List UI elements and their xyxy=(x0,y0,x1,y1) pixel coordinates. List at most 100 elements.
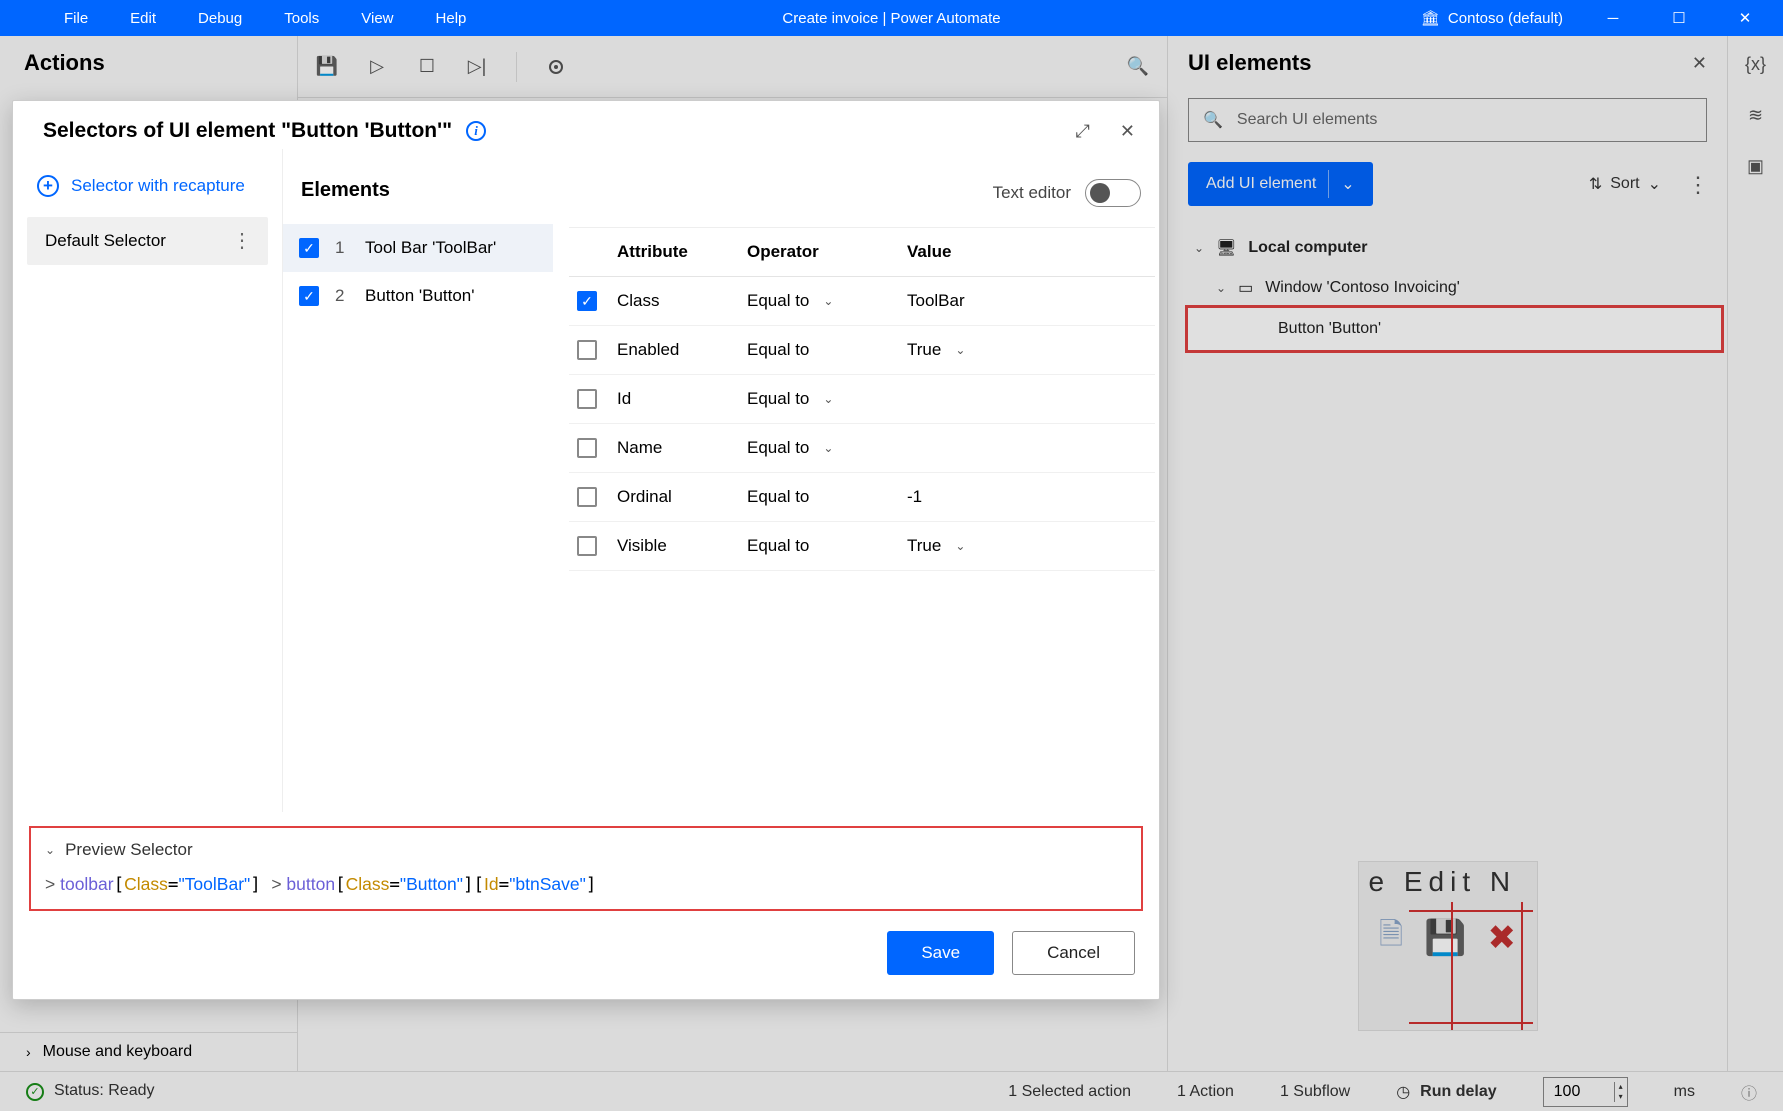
actions-count: 1 Action xyxy=(1177,1083,1234,1101)
chevron-down-icon[interactable]: ⌄ xyxy=(955,539,965,553)
save-button[interactable]: Save xyxy=(887,931,994,975)
subflows-count: 1 Subflow xyxy=(1280,1083,1350,1101)
chevron-down-icon: ⌄ xyxy=(1648,174,1661,194)
operator-value[interactable]: Equal to xyxy=(747,487,809,507)
window-close-button[interactable]: ✕ xyxy=(1715,0,1775,36)
chevron-down-icon[interactable]: ⌄ xyxy=(823,294,833,308)
menu-debug[interactable]: Debug xyxy=(180,4,260,33)
chevron-down-icon[interactable]: ⌄ xyxy=(823,441,833,455)
menu-help[interactable]: Help xyxy=(418,4,485,33)
element-row-2[interactable]: ✓ 2 Button 'Button' xyxy=(283,272,553,320)
attribute-name: Ordinal xyxy=(617,487,747,507)
more-options-button[interactable]: ⋮ xyxy=(232,236,250,246)
menu-tools[interactable]: Tools xyxy=(266,4,337,33)
menu-file[interactable]: File xyxy=(46,4,106,33)
ui-elements-panel: UI elements ✕ 🔍 Search UI elements Add U… xyxy=(1167,36,1727,1071)
attribute-checkbox[interactable] xyxy=(577,340,597,360)
tree-node-computer[interactable]: ⌄ 🖥 Local computer xyxy=(1188,228,1721,268)
attribute-checkbox[interactable] xyxy=(577,536,597,556)
dialog-close-button[interactable]: ✕ xyxy=(1120,121,1135,142)
text-editor-label: Text editor xyxy=(993,183,1071,203)
operator-value[interactable]: Equal to xyxy=(747,291,809,311)
plus-icon: + xyxy=(37,175,59,197)
actions-group-mouse-keyboard[interactable]: › Mouse and keyboard xyxy=(0,1032,297,1071)
operator-value[interactable]: Equal to xyxy=(747,536,809,556)
dialog-title: Selectors of UI element "Button 'Button'… xyxy=(43,119,452,143)
actions-title: Actions xyxy=(0,36,297,90)
add-ui-element-button[interactable]: Add UI element ⌄ xyxy=(1188,162,1373,206)
step-up-icon[interactable]: ▴ xyxy=(1615,1082,1627,1092)
tree-node-window[interactable]: ⌄ ▭ Window 'Contoso Invoicing' xyxy=(1188,268,1721,308)
canvas-search-icon[interactable]: 🔍 xyxy=(1127,56,1149,78)
operator-value[interactable]: Equal to xyxy=(747,438,809,458)
clock-icon: ◷ xyxy=(1396,1082,1410,1102)
attribute-row: EnabledEqual toTrue⌄ xyxy=(569,326,1155,375)
window-maximize-button[interactable]: ☐ xyxy=(1649,0,1709,36)
attributes-column: Text editor Attribute Operator Value ✓Cl… xyxy=(553,149,1159,812)
attribute-name: Visible xyxy=(617,536,747,556)
attribute-checkbox[interactable] xyxy=(577,487,597,507)
element-row-1[interactable]: ✓ 1 Tool Bar 'ToolBar' xyxy=(283,224,553,272)
attribute-checkbox[interactable] xyxy=(577,389,597,409)
app-title: Create invoice | Power Automate xyxy=(782,10,1000,27)
attribute-checkbox[interactable] xyxy=(577,438,597,458)
attribute-name: Name xyxy=(617,438,747,458)
attribute-value[interactable]: -1 xyxy=(907,487,922,507)
tree-node-button[interactable]: Button 'Button' xyxy=(1188,308,1721,350)
selector-row-default[interactable]: Default Selector ⋮ xyxy=(27,217,268,265)
environment-picker[interactable]: 🏛 Contoso (default) xyxy=(1421,9,1563,27)
run-icon[interactable]: ▷ xyxy=(366,56,388,78)
add-ui-element-label: Add UI element xyxy=(1206,175,1316,193)
element-checkbox[interactable]: ✓ xyxy=(299,286,319,306)
operator-value[interactable]: Equal to xyxy=(747,340,809,360)
stop-icon[interactable]: ☐ xyxy=(416,56,438,78)
attribute-value[interactable]: True xyxy=(907,340,941,360)
record-icon[interactable] xyxy=(545,56,567,78)
run-next-icon[interactable]: ▷| xyxy=(466,56,488,78)
chevron-down-icon[interactable]: ⌄ xyxy=(823,392,833,406)
collapse-icon: ⌄ xyxy=(1216,281,1226,295)
ui-element-preview-thumbnail: e Edit N 🗎 💾 ✖ xyxy=(1358,861,1538,1031)
attribute-checkbox[interactable]: ✓ xyxy=(577,291,597,311)
element-checkbox[interactable]: ✓ xyxy=(299,238,319,258)
window-minimize-button[interactable]: ─ xyxy=(1583,0,1643,36)
info-icon[interactable]: ⓘ xyxy=(1741,1080,1757,1104)
selector-builder-dialog: Selectors of UI element "Button 'Button'… xyxy=(12,100,1160,1000)
ui-elements-rail-icon[interactable]: ≋ xyxy=(1748,105,1763,126)
floppy-icon: 💾 xyxy=(1424,918,1466,958)
status-indicator: Status: Ready xyxy=(26,1082,155,1101)
tree-node-label: Local computer xyxy=(1248,239,1367,257)
statusbar: Status: Ready 1 Selected action 1 Action… xyxy=(0,1071,1783,1111)
ui-elements-close-button[interactable]: ✕ xyxy=(1692,53,1707,74)
attribute-row: VisibleEqual to True ⌄ xyxy=(569,522,1155,571)
more-options-button[interactable]: ⋮ xyxy=(1687,179,1707,190)
info-icon[interactable]: i xyxy=(466,121,486,141)
operator-value[interactable]: Equal to xyxy=(747,389,809,409)
attribute-value[interactable]: True xyxy=(907,536,941,556)
preview-selector-toggle[interactable]: ⌄ Preview Selector xyxy=(45,840,1127,860)
menu-view[interactable]: View xyxy=(343,4,411,33)
selector-with-recapture-button[interactable]: + Selector with recapture xyxy=(29,165,266,207)
variables-icon[interactable]: {x} xyxy=(1745,54,1766,75)
chevron-down-icon[interactable]: ⌄ xyxy=(955,343,965,357)
run-delay-stepper[interactable]: ▴▾ xyxy=(1543,1077,1628,1107)
actions-group-label: Mouse and keyboard xyxy=(43,1043,192,1061)
dialog-maximize-button[interactable]: ⤢ xyxy=(1076,121,1090,142)
attribute-value[interactable]: ToolBar xyxy=(907,291,965,311)
selectors-list: + Selector with recapture Default Select… xyxy=(13,149,283,812)
images-rail-icon[interactable]: ▣ xyxy=(1747,156,1764,177)
run-delay-label: Run delay xyxy=(1420,1083,1496,1101)
col-value: Value xyxy=(907,242,1147,262)
cancel-button[interactable]: Cancel xyxy=(1012,931,1135,975)
tree-node-label: Window 'Contoso Invoicing' xyxy=(1265,279,1460,297)
step-down-icon[interactable]: ▾ xyxy=(1615,1092,1627,1102)
save-icon[interactable]: 💾 xyxy=(316,56,338,78)
run-delay-value[interactable] xyxy=(1544,1083,1614,1101)
menu-edit[interactable]: Edit xyxy=(112,4,174,33)
tree-node-label: Button 'Button' xyxy=(1278,320,1381,337)
text-editor-toggle[interactable] xyxy=(1085,179,1141,207)
ui-elements-search[interactable]: 🔍 Search UI elements xyxy=(1188,98,1707,142)
ui-elements-tree: ⌄ 🖥 Local computer ⌄ ▭ Window 'Contoso I… xyxy=(1168,218,1727,356)
attribute-name: Class xyxy=(617,291,747,311)
sort-button[interactable]: ⇅ Sort ⌄ xyxy=(1589,174,1661,194)
